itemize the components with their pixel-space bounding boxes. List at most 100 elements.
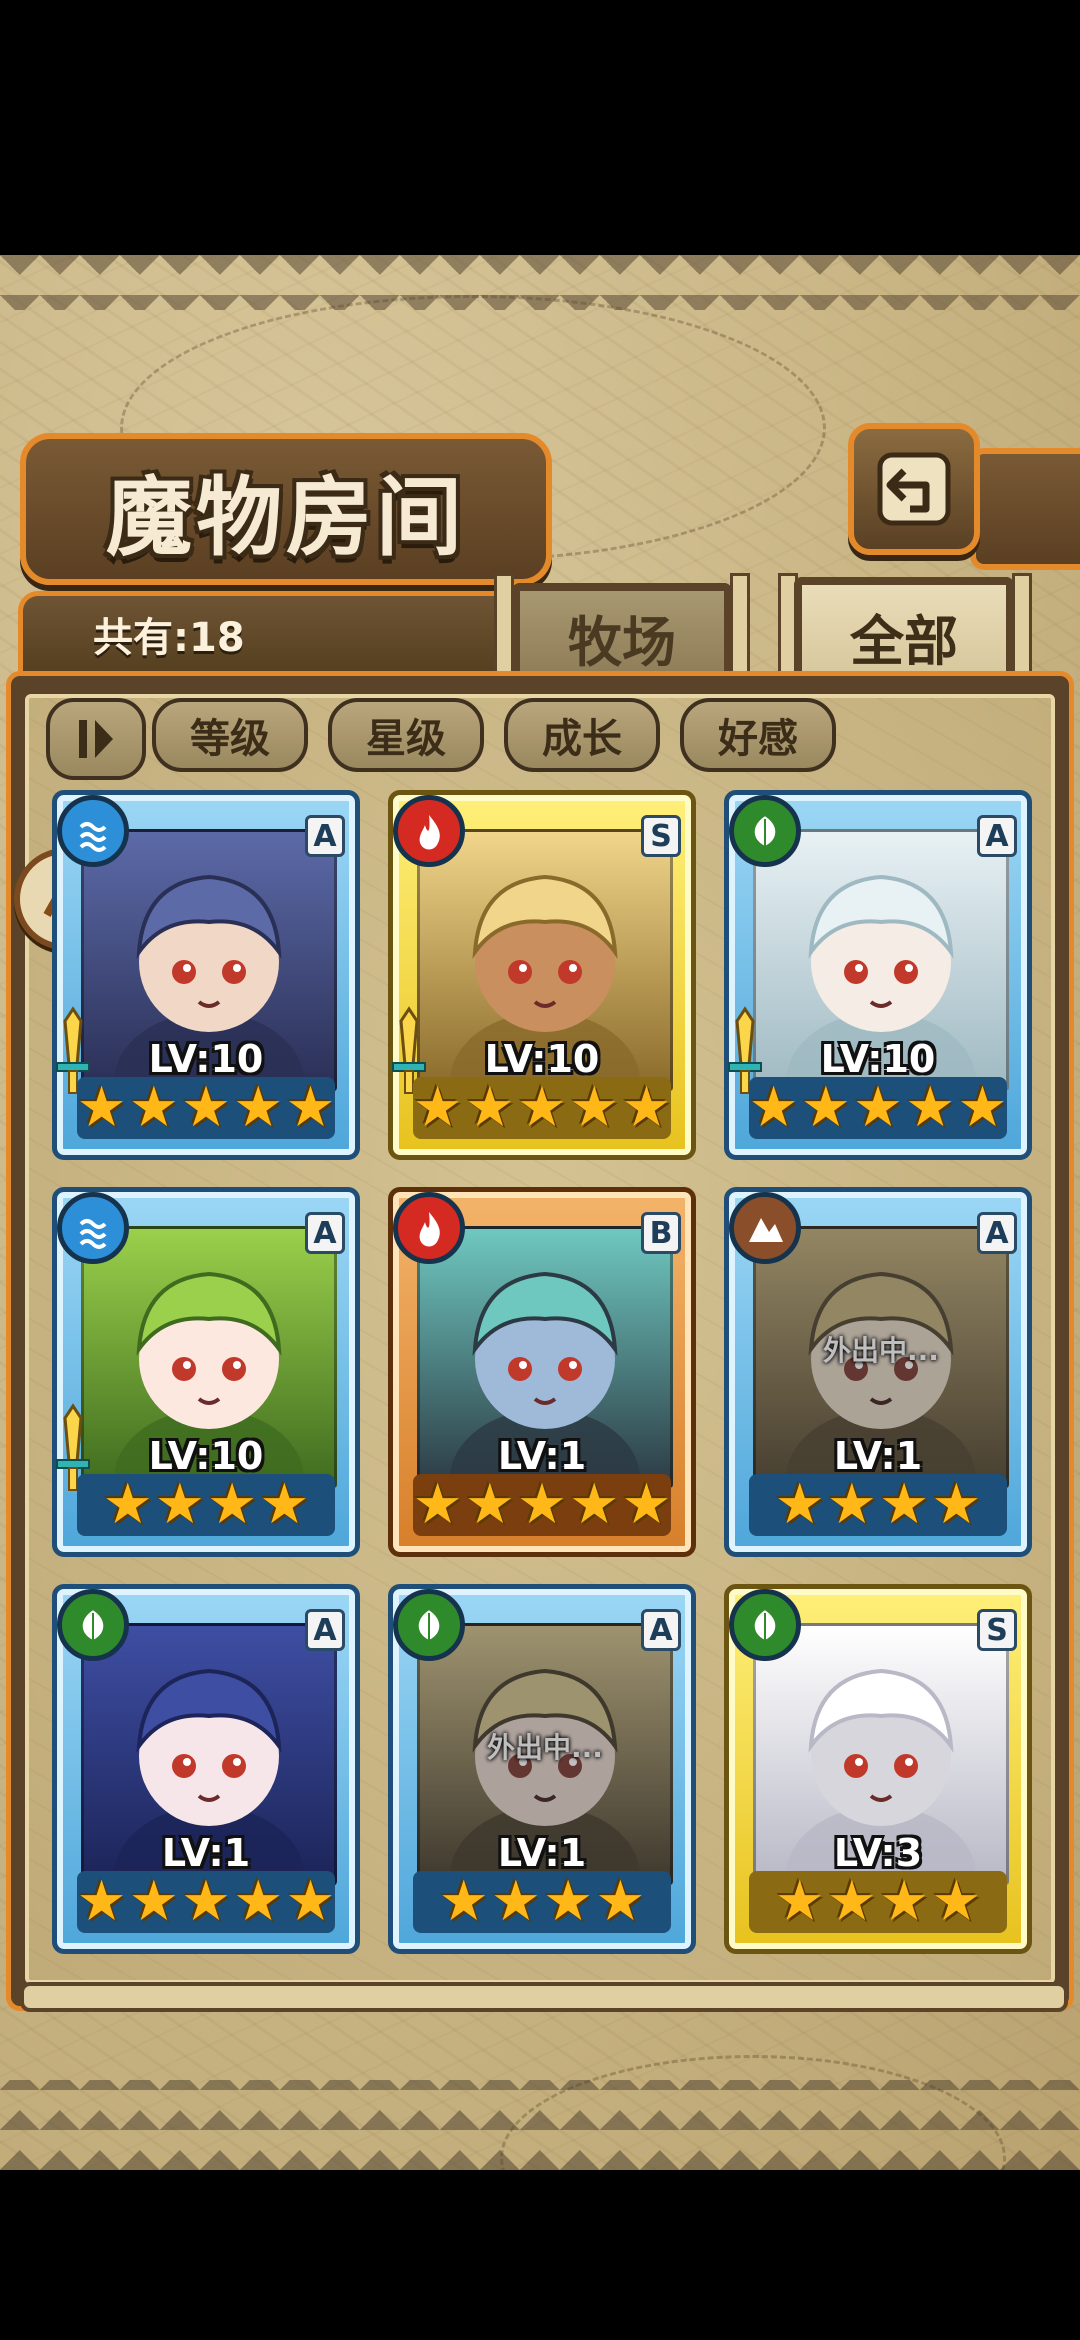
star-icon: ★ — [879, 1869, 930, 1934]
monster-card[interactable]: B LV:1 ★ ★ ★ ★ ★ — [388, 1187, 696, 1557]
star-icon: ★ — [490, 1869, 541, 1934]
sort-toggle-button[interactable] — [46, 698, 146, 780]
away-status: 外出中... — [823, 1334, 939, 1367]
return-arrow-icon — [877, 452, 951, 526]
filter-growth-label: 成长 — [542, 716, 622, 762]
star-icon: ★ — [931, 1869, 982, 1934]
star-icon: ★ — [621, 1472, 672, 1537]
torn-edge-bottom — [0, 2080, 1080, 2170]
filter-level-label: 等级 — [190, 716, 270, 762]
star-icon: ★ — [154, 1472, 205, 1537]
grass-element-icon — [57, 1589, 129, 1661]
monster-count: 共有:18 — [93, 614, 245, 661]
star-rating: ★ ★ ★ ★ ★ — [412, 1075, 672, 1140]
star-icon: ★ — [128, 1075, 179, 1140]
monster-level: LV:1 — [497, 1831, 587, 1875]
tab-ranch[interactable]: 牧场 — [512, 583, 732, 683]
page-title: 魔物房间 — [106, 466, 466, 568]
fire-element-icon — [393, 1192, 465, 1264]
star-icon: ★ — [464, 1075, 515, 1140]
star-icon: ★ — [774, 1472, 825, 1537]
back-rail — [970, 448, 1080, 570]
tab-ranch-label: 牧场 — [568, 610, 676, 674]
star-icon: ★ — [438, 1869, 489, 1934]
rank-badge: A — [305, 1212, 345, 1254]
star-icon: ★ — [516, 1075, 568, 1140]
rank-badge: A — [977, 815, 1017, 857]
filter-growth-button[interactable]: 成长 — [504, 698, 660, 772]
star-icon: ★ — [464, 1472, 515, 1537]
rank-badge: B — [641, 1212, 681, 1254]
star-icon: ★ — [957, 1075, 1008, 1140]
filter-affection-label: 好感 — [718, 716, 798, 762]
title-plaque: 魔物房间 — [20, 433, 552, 585]
sort-toggle-icon — [79, 720, 113, 758]
star-icon: ★ — [76, 1075, 127, 1140]
rank-badge: S — [641, 815, 681, 857]
star-icon: ★ — [207, 1472, 258, 1537]
star-icon: ★ — [412, 1075, 463, 1140]
monster-card[interactable]: 外出中... A LV:1 ★ ★ ★ ★ — [388, 1584, 696, 1954]
water-element-icon — [57, 1192, 129, 1264]
back-button[interactable] — [848, 423, 980, 555]
star-icon: ★ — [516, 1472, 568, 1537]
rank-badge: S — [977, 1609, 1017, 1651]
star-icon: ★ — [180, 1075, 232, 1140]
star-rating: ★ ★ ★ ★ — [413, 1871, 671, 1933]
filter-affection-button[interactable]: 好感 — [680, 698, 836, 772]
monster-level: LV:3 — [833, 1831, 923, 1875]
earth-element-icon — [729, 1192, 801, 1264]
monster-card[interactable]: A LV:1 ★ ★ ★ ★ ★ — [52, 1584, 360, 1954]
star-icon: ★ — [233, 1869, 284, 1934]
star-rating: ★ ★ ★ ★ ★ — [748, 1075, 1008, 1140]
star-rating: ★ ★ ★ ★ — [749, 1871, 1007, 1933]
star-rating: ★ ★ ★ ★ — [77, 1474, 335, 1536]
star-icon: ★ — [826, 1869, 877, 1934]
water-element-icon — [57, 795, 129, 867]
rank-badge: A — [977, 1212, 1017, 1254]
star-icon: ★ — [285, 1869, 336, 1934]
monster-card[interactable]: A LV:10 ★ ★ ★ ★ ★ — [52, 790, 360, 1160]
grass-element-icon — [729, 795, 801, 867]
rank-badge: A — [305, 1609, 345, 1651]
monster-card[interactable]: A LV:10 ★ ★ ★ ★ ★ — [724, 790, 1032, 1160]
monster-count-bar: 共有:18 — [18, 591, 538, 671]
star-rating: ★ ★ ★ ★ ★ — [412, 1472, 672, 1537]
monster-card[interactable]: 外出中... A LV:1 ★ ★ ★ ★ — [724, 1187, 1032, 1557]
monster-level: LV:10 — [148, 1434, 264, 1478]
star-icon: ★ — [879, 1472, 930, 1537]
fire-element-icon — [393, 795, 465, 867]
star-icon: ★ — [102, 1472, 153, 1537]
rank-badge: A — [305, 815, 345, 857]
filter-level-button[interactable]: 等级 — [152, 698, 308, 772]
grass-element-icon — [393, 1589, 465, 1661]
star-icon: ★ — [412, 1472, 463, 1537]
star-icon: ★ — [748, 1075, 799, 1140]
star-icon: ★ — [826, 1472, 877, 1537]
star-rating: ★ ★ ★ ★ ★ — [76, 1075, 336, 1140]
star-icon: ★ — [128, 1869, 179, 1934]
monster-card[interactable]: S LV:10 ★ ★ ★ ★ ★ — [388, 790, 696, 1160]
star-icon: ★ — [233, 1075, 284, 1140]
star-icon: ★ — [774, 1869, 825, 1934]
star-rating: ★ ★ ★ ★ — [749, 1474, 1007, 1536]
star-icon: ★ — [259, 1472, 310, 1537]
star-icon: ★ — [800, 1075, 851, 1140]
star-icon: ★ — [931, 1472, 982, 1537]
star-icon: ★ — [569, 1075, 620, 1140]
monster-card[interactable]: A LV:10 ★ ★ ★ ★ — [52, 1187, 360, 1557]
rank-badge: A — [641, 1609, 681, 1651]
away-status: 外出中... — [487, 1731, 603, 1764]
monster-card[interactable]: S LV:3 ★ ★ ★ ★ — [724, 1584, 1032, 1954]
grass-element-icon — [729, 1589, 801, 1661]
star-icon: ★ — [569, 1472, 620, 1537]
star-rating: ★ ★ ★ ★ ★ — [76, 1869, 336, 1934]
star-icon: ★ — [76, 1869, 127, 1934]
nav-bar-area — [0, 2170, 1080, 2340]
panel-bottom-rail — [20, 1982, 1068, 2012]
star-icon: ★ — [621, 1075, 672, 1140]
star-icon: ★ — [595, 1869, 646, 1934]
star-icon: ★ — [180, 1869, 232, 1934]
star-icon: ★ — [285, 1075, 336, 1140]
filter-star-button[interactable]: 星级 — [328, 698, 484, 772]
